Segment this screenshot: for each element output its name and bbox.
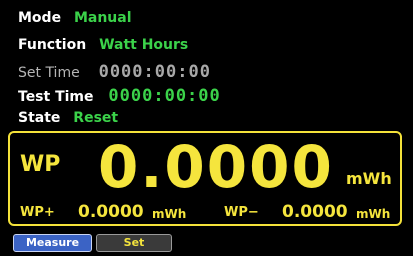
test-time-row: Test Time 0000:00:00	[18, 86, 221, 106]
measure-button[interactable]: Measure	[13, 234, 92, 252]
state-row: State Reset	[18, 110, 118, 126]
wp-plus-unit: mWh	[152, 207, 187, 221]
wp-label: WP	[20, 152, 61, 177]
measurement-panel: WP 0.0000 mWh WP+ 0.0000 mWh WP− 0.0000 …	[8, 131, 402, 226]
state-value: Reset	[73, 110, 119, 126]
function-label: Function	[18, 37, 87, 53]
test-time-label: Test Time	[18, 89, 94, 105]
state-label: State	[18, 110, 61, 126]
set-time-label: Set Time	[18, 65, 80, 81]
mode-row: Mode Manual	[18, 10, 132, 26]
wp-unit: mWh	[346, 169, 392, 188]
wp-minus-value: 0.0000	[282, 202, 348, 222]
mode-value: Manual	[73, 10, 132, 26]
wp-plus-value: 0.0000	[78, 202, 144, 222]
mode-label: Mode	[18, 10, 62, 26]
wp-value: 0.0000	[98, 133, 334, 201]
function-row: Function Watt Hours	[18, 37, 188, 53]
set-time-value: 0000:00:00	[98, 62, 211, 82]
test-time-value: 0000:00:00	[108, 86, 221, 106]
wp-minus-label: WP−	[224, 205, 259, 220]
function-value: Watt Hours	[99, 37, 189, 53]
wp-plus-label: WP+	[20, 205, 55, 220]
wp-minus-unit: mWh	[356, 207, 391, 221]
set-button[interactable]: Set	[96, 234, 172, 252]
set-time-row: Set Time 0000:00:00	[18, 62, 211, 82]
